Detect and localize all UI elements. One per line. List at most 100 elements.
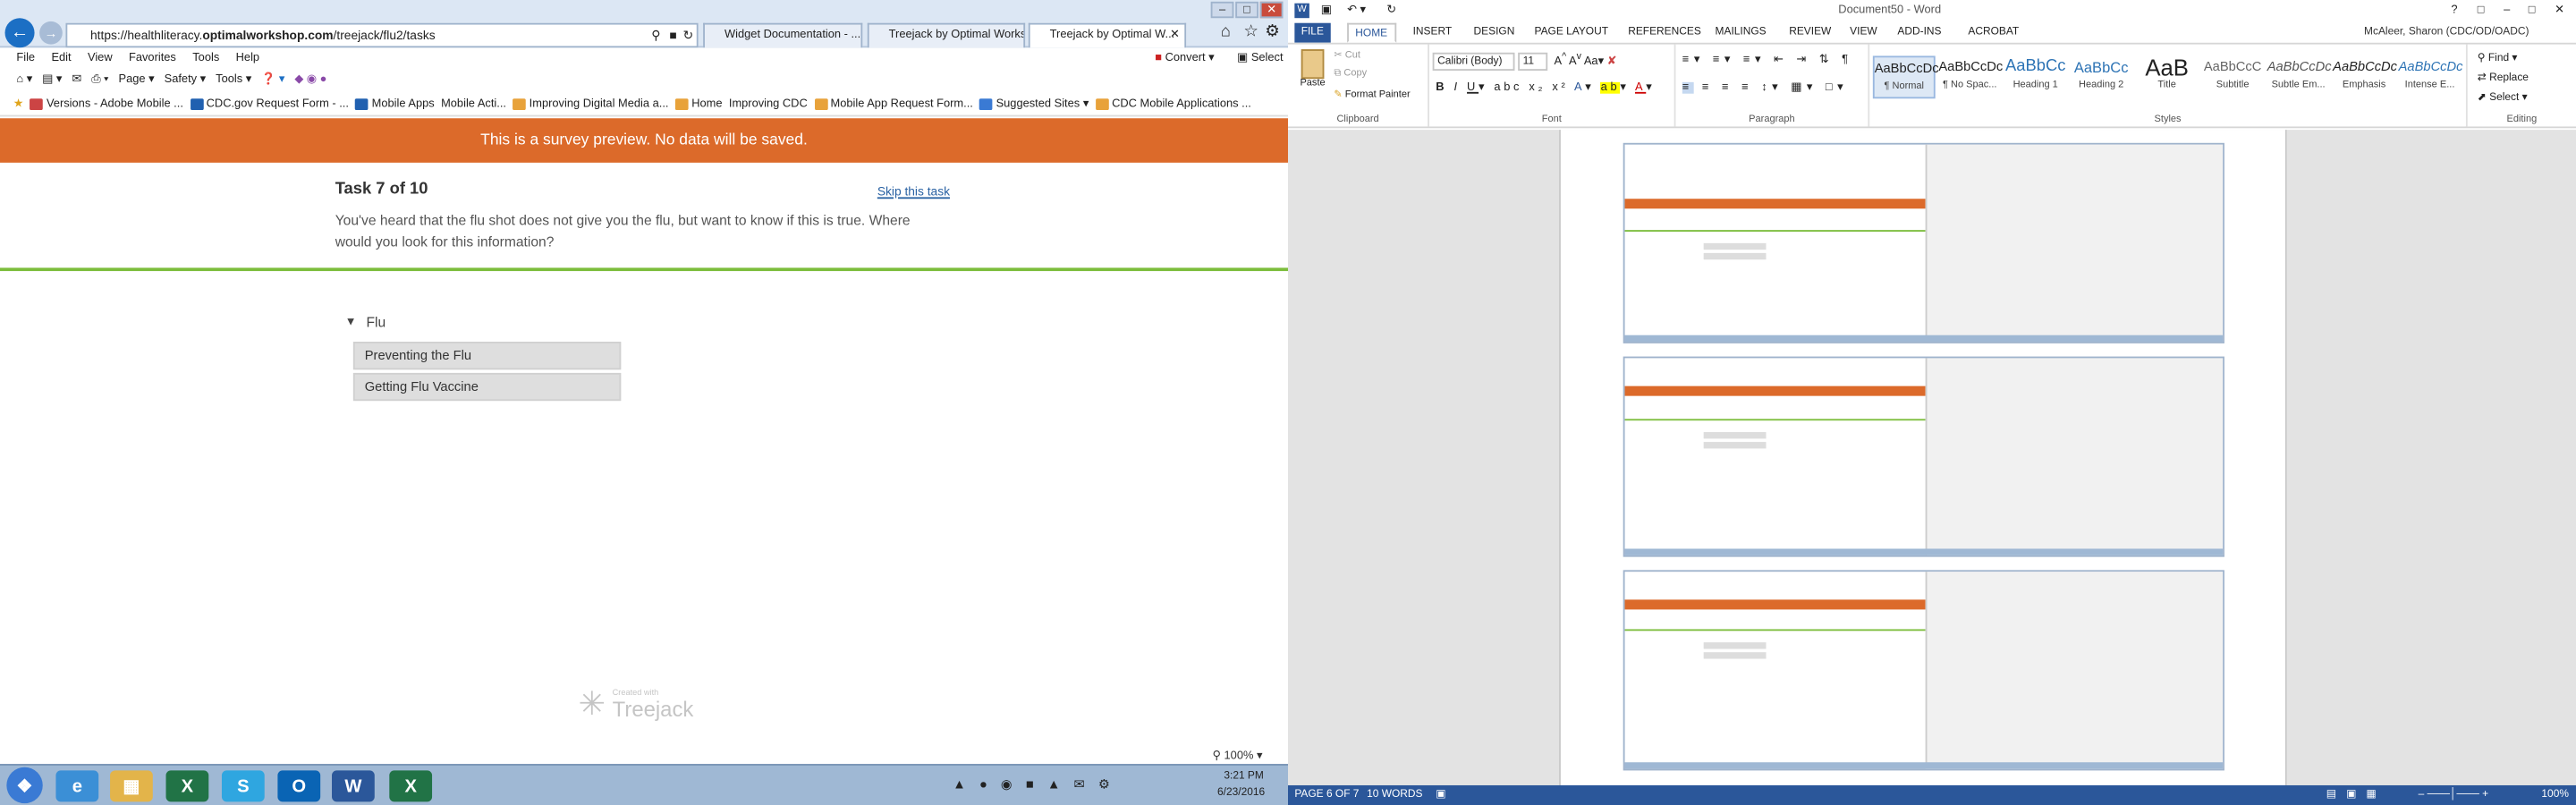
style-emphasis[interactable]: AaBbCcDc Emphasis <box>2333 55 2397 98</box>
proofing-icon[interactable]: ▣ <box>1436 785 1445 805</box>
favorite-link[interactable]: CDC.gov Request Form - ... <box>190 94 349 115</box>
menu-tools[interactable]: Tools <box>192 49 219 67</box>
tab-view[interactable]: VIEW <box>1843 23 1884 43</box>
favorite-link[interactable]: Versions - Adobe Mobile ... <box>30 94 183 115</box>
favorite-link[interactable]: Mobile App Request Form... <box>814 94 973 115</box>
style-heading-2[interactable]: AaBbCc Heading 2 <box>2070 55 2132 98</box>
save-icon[interactable]: ▣ <box>1321 0 1332 21</box>
menu-file[interactable]: File <box>16 49 35 67</box>
tree-item-preventing-the-flu[interactable]: Preventing the Flu <box>352 342 622 370</box>
menu-view[interactable]: View <box>88 49 113 67</box>
select-button[interactable]: ▣ Select <box>1237 49 1284 67</box>
style-normal[interactable]: AaBbCcDc ¶ Normal <box>1872 55 1939 99</box>
style-subtle-emphasis[interactable]: AaBbCcDc Subtle Em... <box>2267 55 2332 98</box>
tab-references[interactable]: REFERENCES <box>1622 23 1707 43</box>
style-no-spacing[interactable]: AaBbCcDc ¶ No Spac... <box>1938 55 2003 98</box>
tools-menu[interactable]: Tools ▾ <box>216 69 251 92</box>
tab-mailings[interactable]: MAILINGS <box>1708 23 1773 43</box>
font-name-select[interactable]: Calibri (Body) <box>1432 52 1515 71</box>
menu-edit[interactable]: Edit <box>51 49 71 67</box>
print-icon[interactable]: ⎙ ▾ <box>91 69 108 92</box>
close-window-button[interactable]: ✕ <box>1259 1 1284 19</box>
tray-icons[interactable]: ▲ ● ◉ ■ ▲ ✉ ⚙ <box>953 777 1114 792</box>
skype-icon[interactable]: S <box>221 770 265 802</box>
tab-file[interactable]: FILE <box>1294 22 1331 43</box>
skip-task-link[interactable]: Skip this task <box>877 184 950 199</box>
copy-button[interactable]: ⧉ Copy <box>1334 69 1367 80</box>
cut-button[interactable]: ✂ Cut <box>1334 49 1360 61</box>
word-count[interactable]: 10 WORDS <box>1367 785 1422 805</box>
font-tools-row1[interactable]: A^ Av Aa▾ ✘ <box>1555 53 1617 68</box>
tab-review[interactable]: REVIEW <box>1783 23 1838 43</box>
style-heading-1[interactable]: AaBbCc Heading 1 <box>2004 55 2067 98</box>
paste-button[interactable]: Paste <box>1298 49 1327 89</box>
search-icon[interactable]: ⚲ <box>651 25 660 47</box>
embedded-screenshot[interactable] <box>1623 142 2224 343</box>
excel-icon[interactable]: X <box>165 770 209 802</box>
favorite-link[interactable]: Home <box>674 94 723 115</box>
favorite-link[interactable]: Improving CDC <box>729 94 808 115</box>
tab-widget-documentation[interactable]: Widget Documentation - ... <box>703 22 863 48</box>
format-painter-button[interactable]: ✎ Format Painter <box>1334 89 1410 100</box>
undo-icon[interactable]: ↶ ▾ <box>1347 0 1366 21</box>
mail-icon[interactable]: ✉ <box>72 69 81 92</box>
favorite-link[interactable]: Mobile Acti... <box>441 94 506 115</box>
safety-menu[interactable]: Safety ▾ <box>165 69 207 92</box>
page-menu[interactable]: Page ▾ <box>119 69 155 92</box>
address-bar[interactable]: https://healthliteracy.optimalworkshop.c… <box>65 22 699 48</box>
favorite-link[interactable]: Suggested Sites ▾ <box>979 94 1089 115</box>
document-canvas[interactable] <box>1287 130 2576 785</box>
forward-button[interactable]: → <box>39 21 63 45</box>
feeds-icon[interactable]: ▤ ▾ <box>42 69 62 92</box>
tab-page-layout[interactable]: PAGE LAYOUT <box>1528 23 1614 43</box>
favorite-link[interactable]: Mobile Apps <box>355 94 435 115</box>
help-icon[interactable]: ? <box>2451 0 2457 21</box>
menu-favorites[interactable]: Favorites <box>129 49 176 67</box>
file-explorer-icon[interactable]: ▦ <box>110 770 153 802</box>
tab-insert[interactable]: INSERT <box>1406 23 1458 43</box>
clock-date[interactable]: 6/23/2016 <box>1217 787 1265 799</box>
font-size-select[interactable]: 11 <box>1518 52 1548 71</box>
excel-icon[interactable]: X <box>389 770 433 802</box>
favorite-link[interactable]: Improving Digital Media a... <box>513 94 668 115</box>
menu-help[interactable]: Help <box>236 49 259 67</box>
restore-icon[interactable]: □ <box>2478 0 2485 21</box>
embedded-screenshot[interactable] <box>1623 356 2224 557</box>
align-tools[interactable]: ≡ ≡ ≡ ≡ ↕▾ ▦▾ □▾ <box>1682 80 1848 94</box>
word-icon[interactable]: W <box>332 770 375 802</box>
style-intense-emphasis[interactable]: AaBbCcDc Intense E... <box>2399 55 2463 98</box>
redo-icon[interactable]: ↻ <box>1386 0 1396 21</box>
find-button[interactable]: ⚲ Find ▾ <box>2478 51 2518 64</box>
document-page[interactable] <box>1559 130 2287 785</box>
replace-button[interactable]: ⇄ Replace <box>2478 71 2529 84</box>
select-button[interactable]: ⬈ Select ▾ <box>2478 90 2528 104</box>
page-count[interactable]: PAGE 6 OF 7 <box>1294 785 1359 805</box>
close-icon[interactable]: ✕ <box>2555 0 2564 21</box>
tab-treejack-1[interactable]: Treejack by Optimal Works... <box>867 22 1026 48</box>
embedded-screenshot[interactable] <box>1623 570 2224 771</box>
home-icon[interactable]: ⌂ <box>1221 23 1231 41</box>
back-button[interactable]: ← <box>4 18 35 48</box>
tab-treejack-active[interactable]: Treejack by Optimal W... ✕ <box>1028 22 1187 48</box>
favorites-star-icon[interactable]: ☆ <box>1243 23 1258 41</box>
minimize-icon[interactable]: – <box>2504 0 2510 21</box>
refresh-icon[interactable]: ↻ <box>683 25 694 47</box>
style-subtitle[interactable]: AaBbCcC Subtitle <box>2201 55 2264 98</box>
view-icons[interactable]: ▤▣▦ <box>2326 785 2386 805</box>
internet-explorer-icon[interactable]: e <box>55 770 99 802</box>
list-tools[interactable]: ≡▾ ≡▾ ≡▾ ⇤ ⇥ ⇅ ¶ <box>1682 53 1853 66</box>
minimize-button[interactable]: – <box>1210 1 1234 19</box>
gear-icon[interactable]: ⚙ <box>1265 23 1279 41</box>
close-tab-icon[interactable]: ✕ <box>1170 25 1180 47</box>
outlook-icon[interactable]: O <box>277 770 321 802</box>
maximize-icon[interactable]: □ <box>2529 0 2536 21</box>
favorites-bar-star-icon[interactable]: ★ <box>13 94 24 115</box>
tree-root-flu[interactable]: ▼ Flu <box>345 314 386 330</box>
tree-item-getting-flu-vaccine[interactable]: Getting Flu Vaccine <box>352 372 622 402</box>
tab-design[interactable]: DESIGN <box>1467 23 1521 43</box>
addon-icons[interactable]: ◆ ◉ ● <box>294 69 326 92</box>
zoom-slider[interactable]: – ───│─── + <box>2419 785 2488 805</box>
tab-add-ins[interactable]: ADD-INS <box>1891 23 1948 43</box>
maximize-button[interactable]: □ <box>1235 1 1258 19</box>
help-icon[interactable]: ❓ ▾ <box>261 69 284 92</box>
